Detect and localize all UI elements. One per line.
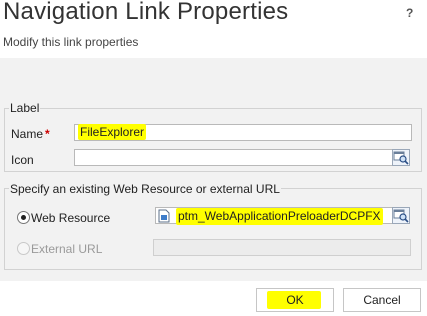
- web-resource-input[interactable]: ptm_WebApplicationPreloaderDCPFX: [155, 207, 393, 225]
- name-label: Name *: [11, 127, 50, 141]
- web-resource-label[interactable]: Web Resource: [31, 211, 110, 225]
- dialog-content: Label Name * FileExplorer Icon Specify an…: [0, 58, 427, 281]
- resource-legend: Specify an existing Web Resource or exte…: [9, 182, 281, 196]
- help-icon[interactable]: ?: [406, 6, 413, 20]
- label-legend: Label: [9, 101, 41, 115]
- external-url-label: External URL: [31, 242, 103, 256]
- ok-label: OK: [286, 293, 304, 307]
- cancel-button[interactable]: Cancel: [343, 288, 421, 312]
- name-input[interactable]: FileExplorer: [74, 124, 412, 141]
- lookup-icon: [393, 151, 409, 165]
- resource-fieldset: [4, 188, 422, 270]
- web-resource-icon: [158, 209, 170, 223]
- lookup-icon: [393, 209, 409, 223]
- web-resource-lookup-button[interactable]: [392, 207, 410, 224]
- cancel-label: Cancel: [363, 293, 401, 307]
- name-label-text: Name: [11, 127, 44, 141]
- icon-lookup-button[interactable]: [392, 149, 410, 166]
- dialog-footer: OK Cancel: [0, 281, 427, 316]
- dialog-title: Navigation Link Properties: [3, 0, 289, 25]
- external-url-radio[interactable]: [17, 242, 30, 255]
- dialog-subtitle: Modify this link properties: [3, 35, 139, 49]
- required-marker: *: [45, 127, 50, 141]
- ok-button[interactable]: OK: [256, 288, 334, 312]
- icon-label: Icon: [11, 153, 34, 167]
- name-input-value: FileExplorer: [78, 124, 147, 140]
- icon-input[interactable]: [74, 149, 394, 166]
- external-url-input: [153, 239, 411, 256]
- web-resource-value: ptm_WebApplicationPreloaderDCPFX: [176, 208, 383, 225]
- web-resource-radio[interactable]: [17, 211, 30, 224]
